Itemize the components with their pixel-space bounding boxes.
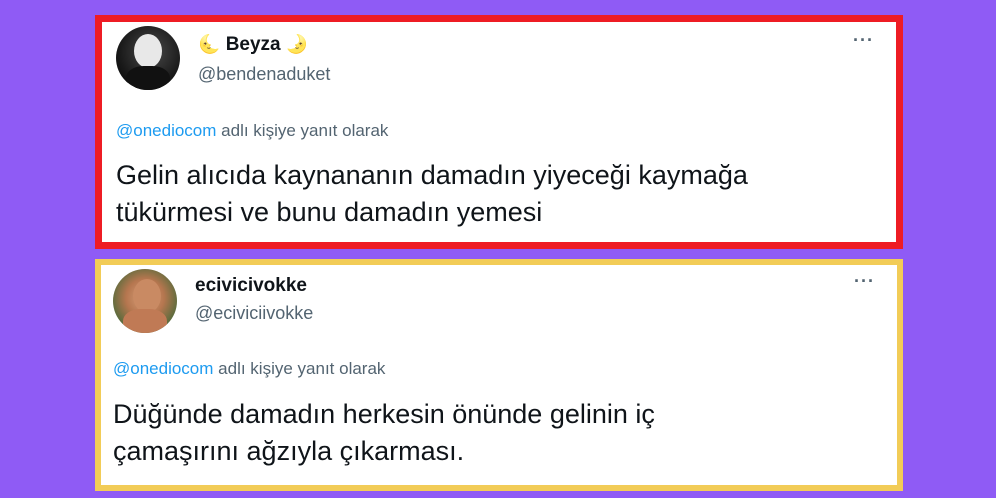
display-name[interactable]: ecivicivokke <box>195 275 307 297</box>
avatar-face <box>134 34 162 68</box>
tweet-text: Gelin alıcıda kaynananın damadın yiyeceğ… <box>116 157 876 231</box>
tweet-text-line: Düğünde damadın herkesin önünde gelinin … <box>113 399 655 429</box>
avatar[interactable] <box>113 269 177 333</box>
more-options-icon[interactable]: ··· <box>853 30 874 51</box>
reply-mention-link[interactable]: @onediocom <box>113 359 213 378</box>
reply-suffix: adlı kişiye yanıt olarak <box>218 359 386 378</box>
avatar-face <box>133 279 161 313</box>
reply-context: @onediocom adlı kişiye yanıt olarak <box>116 121 388 141</box>
more-options-icon[interactable]: ··· <box>854 271 875 292</box>
moon-left-icon: 🌜 <box>198 34 221 54</box>
tweet-text-line: tükürmesi ve bunu damadın yemesi <box>116 197 543 227</box>
avatar-body <box>126 66 170 90</box>
tweet-text-line: çamaşırını ağzıyla çıkarması. <box>113 436 465 466</box>
reply-suffix: adlı kişiye yanıt olarak <box>221 121 389 140</box>
reply-context: @onediocom adlı kişiye yanıt olarak <box>113 359 385 379</box>
display-name-text[interactable]: Beyza <box>226 34 281 55</box>
tweet-text-line: Gelin alıcıda kaynananın damadın yiyeceğ… <box>116 160 748 190</box>
user-handle[interactable]: @bendenaduket <box>198 64 330 85</box>
tweet-card-1[interactable]: 🌜 Beyza 🌛 @bendenaduket ··· @onediocom a… <box>95 15 903 249</box>
display-name[interactable]: 🌜 Beyza 🌛 <box>198 34 308 56</box>
moon-right-icon: 🌛 <box>285 34 309 54</box>
reply-mention-link[interactable]: @onediocom <box>116 121 216 140</box>
avatar[interactable] <box>116 26 180 90</box>
tweet-card-2[interactable]: ecivicivokke @eciviciivokke ··· @onedioc… <box>95 259 903 491</box>
user-handle[interactable]: @eciviciivokke <box>195 303 313 324</box>
tweet-text: Düğünde damadın herkesin önünde gelinin … <box>113 396 873 470</box>
avatar-body <box>123 309 167 333</box>
